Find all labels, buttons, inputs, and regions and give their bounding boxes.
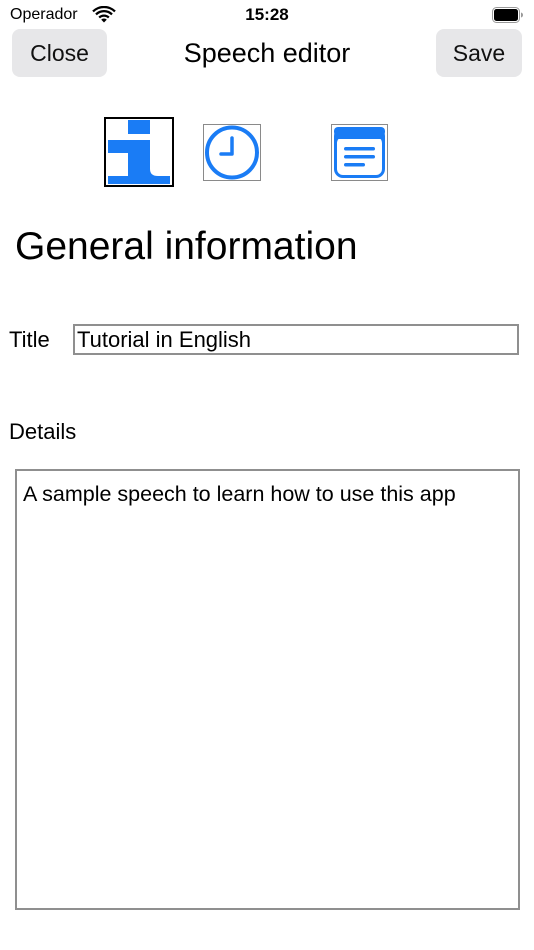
title-label: Title bbox=[9, 327, 50, 352]
title-input[interactable] bbox=[73, 324, 519, 355]
status-time: 15:28 bbox=[245, 5, 289, 24]
clock-icon bbox=[204, 125, 260, 180]
section-heading: General information bbox=[15, 225, 358, 268]
info-icon bbox=[106, 119, 172, 185]
tab-general-information[interactable] bbox=[104, 117, 174, 187]
details-textarea[interactable]: A sample speech to learn how to use this… bbox=[15, 469, 520, 910]
details-label: Details bbox=[9, 419, 77, 444]
status-bar: Operador 15:28 bbox=[0, 0, 534, 30]
notes-icon bbox=[332, 125, 387, 180]
speech-editor-screen: Operador 15:28 Close Speech editor Save bbox=[0, 0, 534, 950]
tab-timing[interactable] bbox=[203, 124, 261, 181]
tab-speech-notes[interactable] bbox=[331, 124, 388, 181]
battery-icon bbox=[492, 7, 524, 23]
save-button[interactable]: Save bbox=[436, 29, 522, 77]
